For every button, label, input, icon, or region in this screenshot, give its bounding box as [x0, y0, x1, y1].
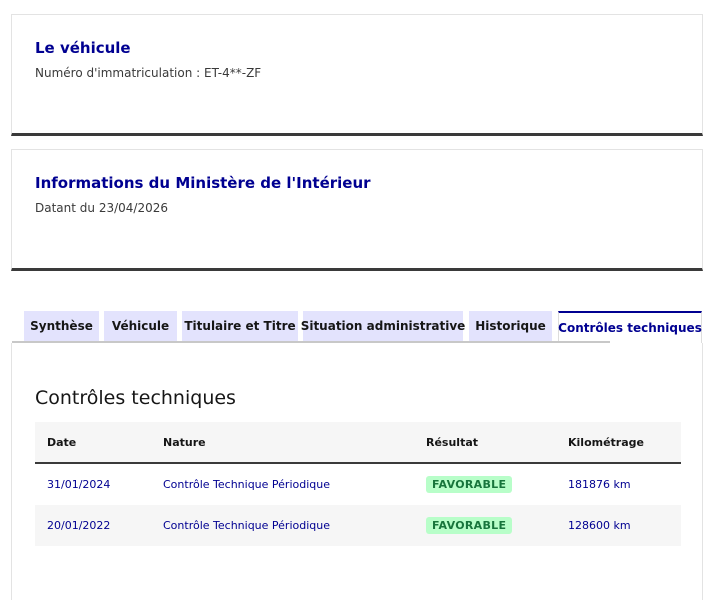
vehicle-card-title: Le véhicule [35, 39, 131, 57]
tab-titulaire-et-titre[interactable]: Titulaire et Titre [182, 311, 298, 341]
tab-historique[interactable]: Historique [469, 311, 552, 341]
column-header-nature: Nature [163, 435, 206, 449]
table-header-row: Date Nature Résultat Kilométrage [35, 422, 681, 464]
table-row: 20/01/2022 Contrôle Technique Périodique… [35, 505, 681, 546]
ministry-info-card: Informations du Ministère de l'Intérieur… [11, 149, 703, 271]
vehicle-card: Le véhicule Numéro d'immatriculation : E… [11, 14, 703, 136]
tab-situation-administrative[interactable]: Situation administrative [301, 311, 465, 341]
registration-number: Numéro d'immatriculation : ET-4**-ZF [35, 66, 262, 80]
column-header-kilometrage: Kilométrage [568, 435, 644, 449]
tab-list: Synthèse Véhicule Titulaire et Titre Sit… [24, 311, 704, 343]
panel-title: Contrôles techniques [35, 387, 236, 409]
inspection-nature: Contrôle Technique Périodique [163, 519, 330, 532]
inspection-mileage: 181876 km [568, 478, 631, 491]
tab-vehicule[interactable]: Véhicule [104, 311, 177, 341]
tab-synthese[interactable]: Synthèse [24, 311, 99, 341]
inspection-result: FAVORABLE [426, 505, 513, 546]
inspection-date: 20/01/2022 [47, 519, 111, 532]
tab-panel-controles-techniques: Contrôles techniques Date Nature Résulta… [11, 343, 703, 600]
column-header-resultat: Résultat [426, 435, 479, 449]
inspections-table: Date Nature Résultat Kilométrage 31/01/2… [35, 422, 681, 546]
inspection-date: 31/01/2024 [47, 478, 111, 491]
ministry-card-title: Informations du Ministère de l'Intérieur [35, 174, 371, 192]
result-badge: FAVORABLE [426, 476, 513, 493]
tab-controles-techniques[interactable]: Contrôles techniques [558, 311, 702, 343]
inspection-mileage: 128600 km [568, 519, 631, 532]
ministry-info-date: Datant du 23/04/2026 [35, 201, 168, 215]
column-header-date: Date [47, 435, 77, 449]
result-badge: FAVORABLE [426, 517, 513, 534]
inspection-result: FAVORABLE [426, 464, 513, 505]
table-row: 31/01/2024 Contrôle Technique Périodique… [35, 464, 681, 505]
inspection-nature: Contrôle Technique Périodique [163, 478, 330, 491]
